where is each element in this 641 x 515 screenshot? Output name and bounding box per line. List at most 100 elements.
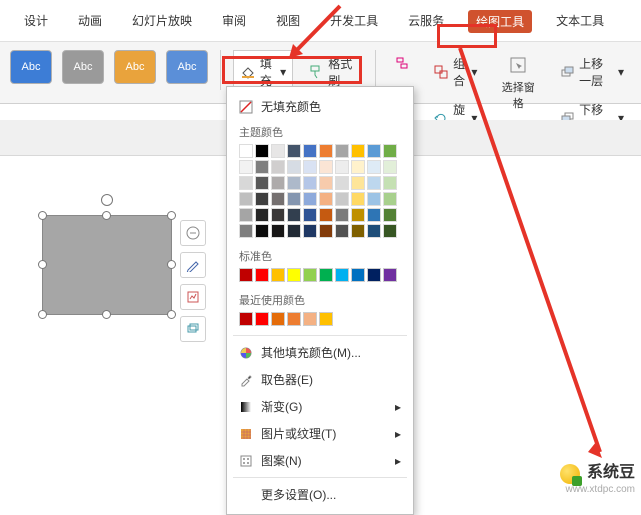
- shape-style-3[interactable]: Abc: [114, 50, 156, 84]
- color-swatch[interactable]: [255, 176, 269, 190]
- shape-style-2[interactable]: Abc: [62, 50, 104, 84]
- color-swatch[interactable]: [319, 312, 333, 326]
- color-swatch[interactable]: [239, 192, 253, 206]
- color-swatch[interactable]: [287, 144, 301, 158]
- color-swatch[interactable]: [383, 224, 397, 238]
- color-swatch[interactable]: [303, 192, 317, 206]
- color-swatch[interactable]: [239, 312, 253, 326]
- resize-handle[interactable]: [167, 260, 176, 269]
- eyedropper-item[interactable]: 取色器(E): [227, 366, 413, 393]
- color-swatch[interactable]: [335, 208, 349, 222]
- color-swatch[interactable]: [255, 160, 269, 174]
- resize-handle[interactable]: [102, 310, 111, 319]
- group-button[interactable]: 组合▾: [426, 50, 484, 94]
- color-swatch[interactable]: [367, 268, 381, 282]
- color-swatch[interactable]: [271, 312, 285, 326]
- color-swatch[interactable]: [287, 192, 301, 206]
- chart-button[interactable]: [180, 284, 206, 310]
- color-swatch[interactable]: [383, 208, 397, 222]
- color-swatch[interactable]: [271, 268, 285, 282]
- more-settings-item[interactable]: 更多设置(O)...: [227, 481, 413, 508]
- gradient-item[interactable]: 渐变(G) ▸: [227, 393, 413, 420]
- color-swatch[interactable]: [287, 176, 301, 190]
- color-swatch[interactable]: [239, 176, 253, 190]
- color-swatch[interactable]: [303, 144, 317, 158]
- color-swatch[interactable]: [383, 144, 397, 158]
- color-swatch[interactable]: [255, 208, 269, 222]
- color-swatch[interactable]: [383, 160, 397, 174]
- color-swatch[interactable]: [351, 160, 365, 174]
- resize-handle[interactable]: [167, 310, 176, 319]
- color-swatch[interactable]: [255, 268, 269, 282]
- color-swatch[interactable]: [319, 192, 333, 206]
- color-swatch[interactable]: [383, 192, 397, 206]
- edit-button[interactable]: [180, 252, 206, 278]
- tab-cloud[interactable]: 云服务: [402, 10, 450, 33]
- color-swatch[interactable]: [319, 160, 333, 174]
- align-button[interactable]: [388, 50, 418, 76]
- color-swatch[interactable]: [239, 160, 253, 174]
- color-swatch[interactable]: [287, 268, 301, 282]
- selected-shape[interactable]: [42, 215, 172, 315]
- color-swatch[interactable]: [367, 192, 381, 206]
- color-swatch[interactable]: [303, 208, 317, 222]
- color-swatch[interactable]: [335, 268, 349, 282]
- color-swatch[interactable]: [335, 192, 349, 206]
- resize-handle[interactable]: [38, 310, 47, 319]
- pattern-item[interactable]: 图案(N) ▸: [227, 447, 413, 474]
- color-swatch[interactable]: [319, 208, 333, 222]
- tab-draw-tools[interactable]: 绘图工具: [468, 10, 532, 33]
- tab-dev[interactable]: 开发工具: [324, 10, 384, 33]
- color-swatch[interactable]: [287, 312, 301, 326]
- color-swatch[interactable]: [287, 160, 301, 174]
- tab-animation[interactable]: 动画: [72, 10, 108, 33]
- color-swatch[interactable]: [271, 208, 285, 222]
- color-swatch[interactable]: [351, 224, 365, 238]
- color-swatch[interactable]: [239, 208, 253, 222]
- color-swatch[interactable]: [383, 268, 397, 282]
- texture-item[interactable]: 图片或纹理(T) ▸: [227, 420, 413, 447]
- color-swatch[interactable]: [335, 224, 349, 238]
- color-swatch[interactable]: [335, 176, 349, 190]
- zoom-out-button[interactable]: [180, 220, 206, 246]
- color-swatch[interactable]: [351, 268, 365, 282]
- color-swatch[interactable]: [335, 160, 349, 174]
- color-swatch[interactable]: [319, 224, 333, 238]
- resize-handle[interactable]: [167, 211, 176, 220]
- move-up-button[interactable]: 上移一层▾: [552, 50, 631, 94]
- resize-handle[interactable]: [102, 211, 111, 220]
- tab-slideshow[interactable]: 幻灯片放映: [126, 10, 198, 33]
- color-swatch[interactable]: [367, 224, 381, 238]
- color-swatch[interactable]: [287, 224, 301, 238]
- color-swatch[interactable]: [271, 224, 285, 238]
- color-swatch[interactable]: [383, 176, 397, 190]
- color-swatch[interactable]: [255, 192, 269, 206]
- color-swatch[interactable]: [303, 268, 317, 282]
- color-swatch[interactable]: [271, 176, 285, 190]
- color-swatch[interactable]: [319, 176, 333, 190]
- color-swatch[interactable]: [271, 160, 285, 174]
- rotate-handle[interactable]: [101, 194, 113, 206]
- color-swatch[interactable]: [351, 192, 365, 206]
- color-swatch[interactable]: [303, 312, 317, 326]
- color-swatch[interactable]: [303, 224, 317, 238]
- color-swatch[interactable]: [351, 176, 365, 190]
- color-swatch[interactable]: [255, 312, 269, 326]
- color-swatch[interactable]: [367, 144, 381, 158]
- color-swatch[interactable]: [319, 268, 333, 282]
- color-swatch[interactable]: [351, 208, 365, 222]
- tab-design[interactable]: 设计: [18, 10, 54, 33]
- color-swatch[interactable]: [271, 192, 285, 206]
- more-colors-item[interactable]: 其他填充颜色(M)...: [227, 339, 413, 366]
- shape-style-1[interactable]: Abc: [10, 50, 52, 84]
- resize-handle[interactable]: [38, 260, 47, 269]
- tab-text-tools[interactable]: 文本工具: [550, 10, 610, 33]
- color-swatch[interactable]: [239, 144, 253, 158]
- select-pane-button[interactable]: 选择窗格: [492, 50, 544, 116]
- tab-view[interactable]: 视图: [270, 10, 306, 33]
- color-swatch[interactable]: [303, 176, 317, 190]
- resize-handle[interactable]: [38, 211, 47, 220]
- color-swatch[interactable]: [335, 144, 349, 158]
- color-swatch[interactable]: [367, 160, 381, 174]
- color-swatch[interactable]: [319, 144, 333, 158]
